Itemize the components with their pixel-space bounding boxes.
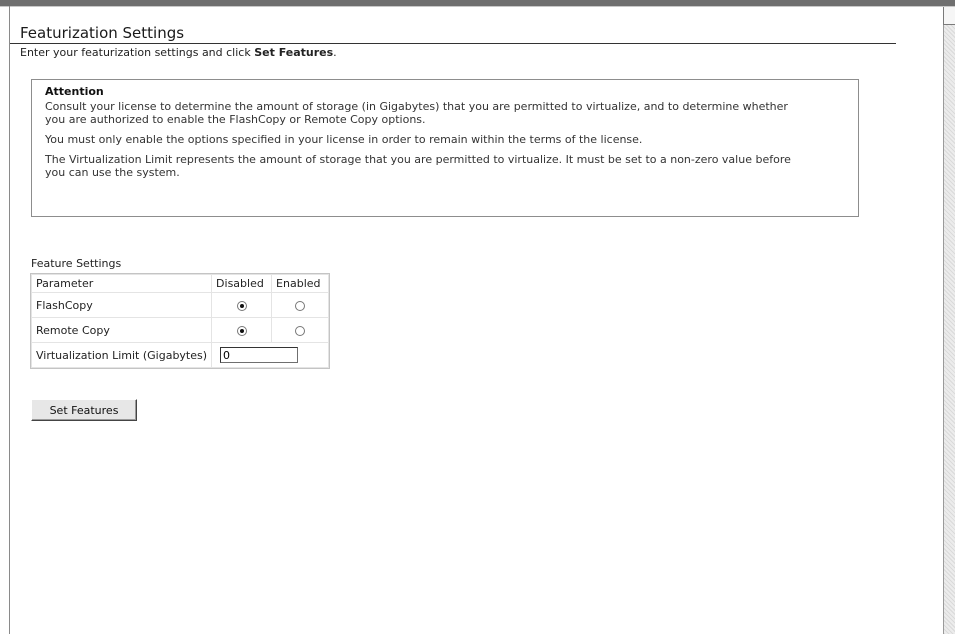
attention-title: Attention [45, 85, 104, 98]
flashcopy-label: FlashCopy [32, 293, 212, 317]
table-header-row: Parameter Disabled Enabled [32, 275, 329, 292]
scrollbar-thumb[interactable] [943, 7, 955, 25]
vertical-scrollbar[interactable] [943, 7, 955, 634]
remote-copy-disabled-cell [212, 318, 272, 342]
virtualization-limit-cell [212, 343, 329, 367]
attention-paragraph-limit: The Virtualization Limit represents the … [45, 153, 791, 179]
remote-copy-label: Remote Copy [32, 318, 212, 342]
instructions-action-name: Set Features [254, 46, 334, 59]
content-frame-left-border [9, 6, 10, 634]
remote-copy-disabled-radio[interactable] [236, 325, 247, 336]
instructions-suffix: . [333, 46, 337, 59]
virtualization-limit-input[interactable] [220, 347, 299, 363]
header-disabled: Disabled [212, 275, 272, 292]
set-features-button[interactable]: Set Features [31, 399, 137, 421]
feature-settings-table: Parameter Disabled Enabled FlashCopy Rem… [30, 273, 331, 369]
table-row-flashcopy: FlashCopy [32, 293, 329, 317]
attention-paragraph-license: Consult your license to determine the am… [45, 100, 788, 126]
header-parameter: Parameter [32, 275, 212, 292]
table-row-virtualization-limit: Virtualization Limit (Gigabytes) [32, 343, 329, 367]
page-title: Featurization Settings [20, 24, 185, 42]
flashcopy-enabled-cell [272, 293, 329, 317]
feature-settings-label: Feature Settings [31, 257, 122, 270]
flashcopy-disabled-radio[interactable] [236, 300, 247, 311]
attention-box: Attention Consult your license to determ… [31, 79, 859, 217]
header-enabled: Enabled [272, 275, 329, 292]
flashcopy-enabled-radio[interactable] [295, 300, 306, 311]
instructions-prefix: Enter your featurization settings and cl… [20, 46, 255, 59]
virtualization-limit-label: Virtualization Limit (Gigabytes) [32, 343, 212, 367]
instructions-text: Enter your featurization settings and cl… [20, 46, 337, 59]
flashcopy-disabled-cell [212, 293, 272, 317]
remote-copy-enabled-cell [272, 318, 329, 342]
window-frame-top-highlight [0, 6, 955, 7]
attention-paragraph-terms: You must only enable the options specifi… [45, 133, 643, 146]
table-row-remote-copy: Remote Copy [32, 318, 329, 342]
title-divider [10, 43, 896, 44]
remote-copy-enabled-radio[interactable] [295, 325, 306, 336]
